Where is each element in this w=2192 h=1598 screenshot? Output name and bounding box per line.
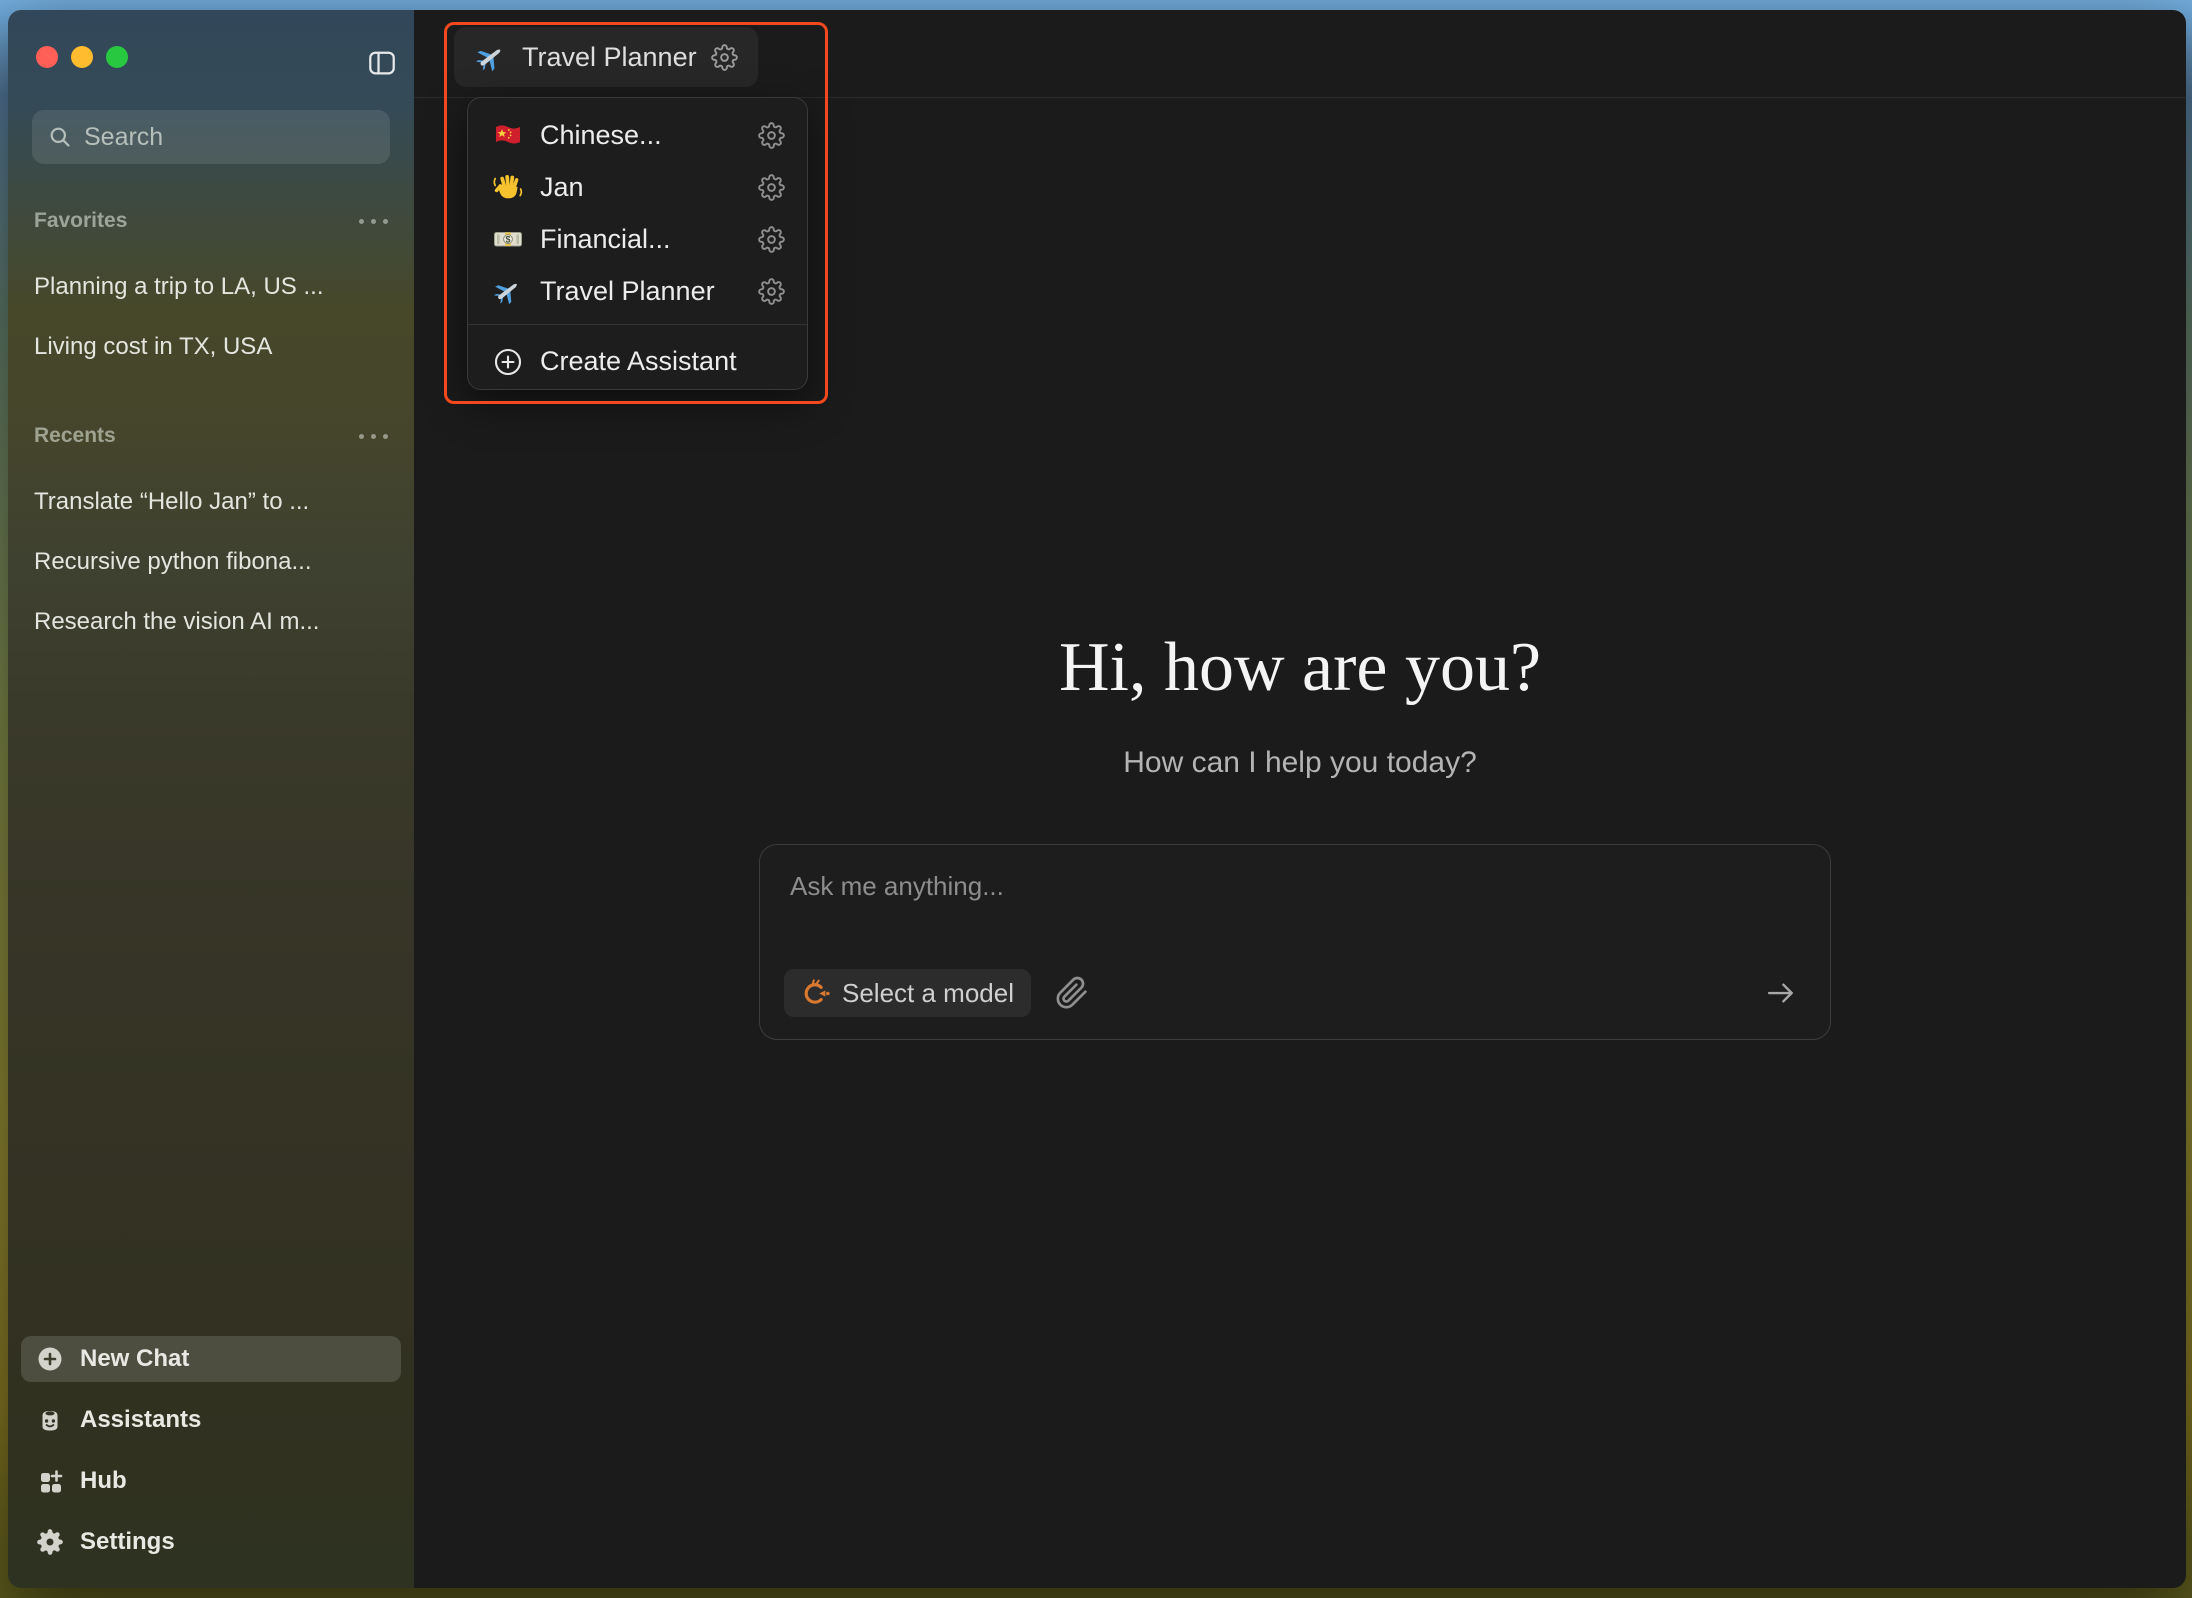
menu-item-travel-planner[interactable]: Travel Planner (468, 265, 807, 317)
hub-label: Hub (80, 1467, 127, 1495)
svg-text:$: $ (505, 234, 510, 244)
create-assistant-label: Create Assistant (540, 346, 737, 377)
new-chat-label: New Chat (80, 1345, 189, 1373)
recents-more-icon[interactable] (359, 434, 388, 439)
select-model-label: Select a model (842, 978, 1014, 1009)
assistant-gear-icon[interactable] (711, 44, 738, 71)
gear-icon[interactable] (758, 278, 785, 305)
money-banknote-icon: $ (492, 223, 524, 255)
message-input[interactable] (790, 871, 1800, 933)
airplane-icon (474, 40, 508, 74)
search-box[interactable] (32, 110, 390, 164)
llama-icon (801, 978, 831, 1008)
airplane-icon (492, 275, 524, 307)
list-item[interactable]: Living cost in TX, USA (8, 317, 414, 377)
china-flag-icon (492, 119, 524, 151)
menu-item-jan[interactable]: Jan (468, 161, 807, 213)
menu-item-label: Financial... (540, 224, 742, 255)
assistants-label: Assistants (80, 1406, 201, 1434)
select-model-button[interactable]: Select a model (784, 969, 1031, 1017)
zoom-button[interactable] (106, 46, 128, 68)
gear-icon[interactable] (758, 174, 785, 201)
search-icon (48, 125, 72, 149)
message-composer: Select a model (759, 844, 1831, 1040)
recents-header: Recents (8, 421, 414, 451)
window-controls (36, 46, 128, 68)
robot-icon (36, 1406, 64, 1434)
favorites-header: Favorites (8, 206, 414, 236)
search-input[interactable] (84, 123, 374, 152)
assistant-selector-label: Travel Planner (522, 42, 697, 73)
gear-icon[interactable] (758, 122, 785, 149)
settings-label: Settings (80, 1528, 175, 1556)
gear-icon[interactable] (758, 226, 785, 253)
gear-icon (36, 1528, 64, 1556)
paperclip-icon[interactable] (1055, 976, 1089, 1010)
assistant-dropdown-menu: Chinese... (467, 97, 808, 390)
sidebar-nav: New Chat Assistants (21, 1336, 401, 1565)
sidebar: Favorites Planning a trip to LA, US ... … (8, 10, 414, 1588)
assistants-button[interactable]: Assistants (21, 1397, 401, 1443)
chat-main: Travel Planner (414, 10, 2186, 1588)
list-item[interactable]: Recursive python fibona... (8, 532, 414, 592)
list-item[interactable]: Translate “Hello Jan” to ... (8, 472, 414, 532)
settings-button[interactable]: Settings (21, 1519, 401, 1565)
close-button[interactable] (36, 46, 58, 68)
list-item[interactable]: Research the vision AI m... (8, 592, 414, 652)
menu-item-label: Chinese... (540, 120, 742, 151)
send-arrow-icon[interactable] (1762, 974, 1800, 1012)
hub-button[interactable]: Hub (21, 1458, 401, 1504)
recents-label: Recents (34, 424, 116, 448)
greeting-title: Hi, how are you? (414, 628, 2186, 708)
app-window: Favorites Planning a trip to LA, US ... … (8, 10, 2186, 1588)
menu-item-label: Jan (540, 172, 742, 203)
create-assistant-button[interactable]: Create Assistant (468, 325, 807, 398)
recents-list: Translate “Hello Jan” to ... Recursive p… (8, 472, 414, 652)
greeting-subtitle: How can I help you today? (414, 746, 2186, 780)
menu-item-financial[interactable]: $ Financial... (468, 213, 807, 265)
menu-item-label: Travel Planner (540, 276, 742, 307)
minimize-button[interactable] (71, 46, 93, 68)
list-item[interactable]: Planning a trip to LA, US ... (8, 257, 414, 317)
waving-hand-icon (492, 171, 524, 203)
menu-item-chinese[interactable]: Chinese... (468, 109, 807, 161)
composer-toolbar: Select a model (784, 969, 1800, 1017)
sidebar-toggle-icon[interactable] (367, 48, 397, 78)
plus-circle-outline-icon (492, 346, 524, 378)
favorites-list: Planning a trip to LA, US ... Living cos… (8, 257, 414, 377)
favorites-more-icon[interactable] (359, 219, 388, 224)
grid-plus-icon (36, 1467, 64, 1495)
favorites-label: Favorites (34, 209, 127, 233)
plus-circle-icon (36, 1345, 64, 1373)
new-chat-button[interactable]: New Chat (21, 1336, 401, 1382)
assistant-selector-button[interactable]: Travel Planner (454, 27, 758, 87)
